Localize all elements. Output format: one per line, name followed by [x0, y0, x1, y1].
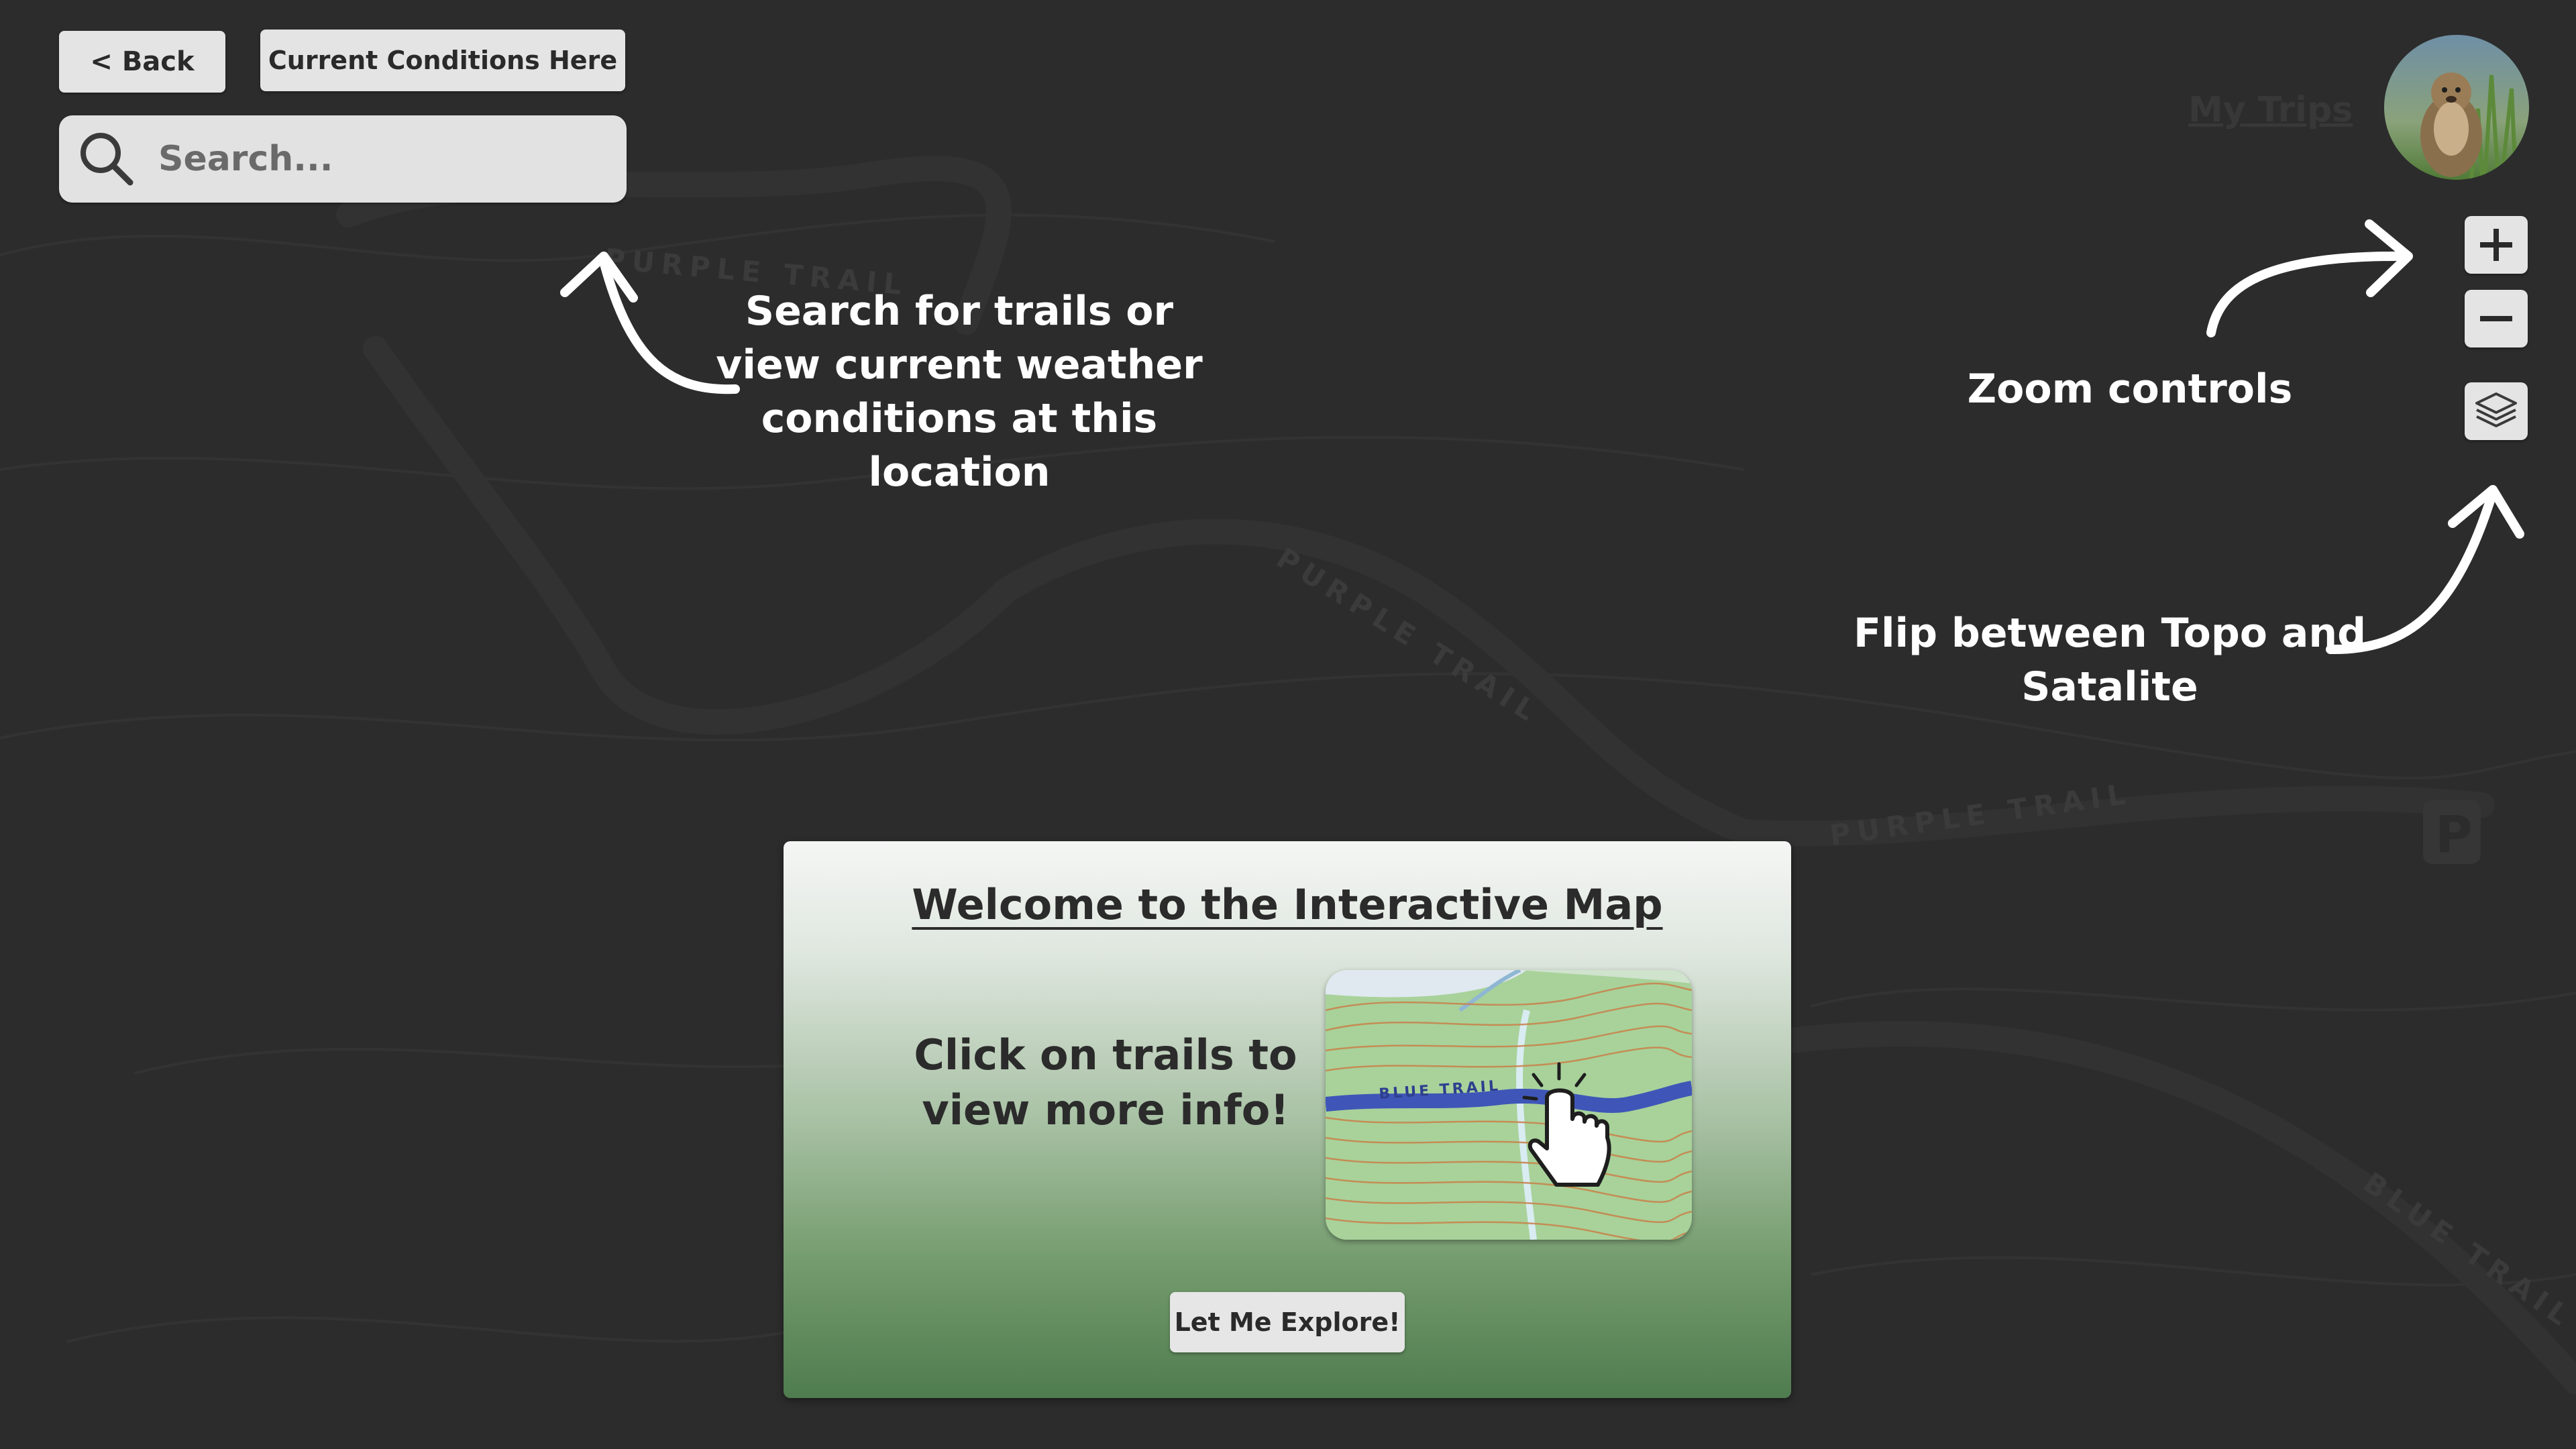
- map-screen: PURPLE TRAIL PURPLE TRAIL PURPLE TRAIL B…: [0, 0, 2576, 1449]
- back-button[interactable]: < Back: [59, 31, 225, 93]
- plus-icon: [2480, 229, 2512, 261]
- modal-instruction: Click on trails to view more info!: [914, 1030, 1297, 1134]
- map-trail-label: PURPLE TRAIL: [1828, 777, 2134, 852]
- let-me-explore-button[interactable]: Let Me Explore!: [1170, 1292, 1405, 1352]
- minus-icon: [2480, 316, 2512, 321]
- current-conditions-button[interactable]: Current Conditions Here: [260, 30, 625, 91]
- map-trail-path: [363, 336, 2495, 847]
- welcome-modal: Welcome to the Interactive Map Click on …: [784, 841, 1791, 1398]
- modal-title: Welcome to the Interactive Map: [912, 880, 1663, 929]
- zoom-out-button[interactable]: [2465, 290, 2528, 347]
- avatar[interactable]: [2384, 35, 2529, 180]
- avatar-marmot-image: [2384, 35, 2529, 180]
- layers-toggle-button[interactable]: [2465, 382, 2528, 440]
- search-icon: [80, 133, 133, 186]
- svg-text:P: P: [2435, 804, 2473, 864]
- search-input[interactable]: [157, 138, 589, 180]
- search-bar[interactable]: [59, 115, 627, 203]
- map-trail-path: [1731, 1020, 2576, 1395]
- annotation-search-text: Search for trails or view current weathe…: [716, 288, 1203, 496]
- map-trail-label: BLUE TRAIL: [2357, 1166, 2576, 1336]
- annotation-zoom-text: Zoom controls: [1967, 366, 2293, 413]
- layers-icon: [2475, 392, 2517, 427]
- zoom-in-button[interactable]: [2465, 216, 2528, 274]
- annotation-layers-text: Flip between Topo and Satalite: [1853, 610, 2367, 710]
- my-trips-link[interactable]: My Trips: [2188, 90, 2353, 130]
- parking-icon: P: [2423, 800, 2481, 864]
- trail-preview-image: BLUE TRAIL: [1326, 970, 1692, 1240]
- annotation-arrow-zoom: [2206, 219, 2413, 337]
